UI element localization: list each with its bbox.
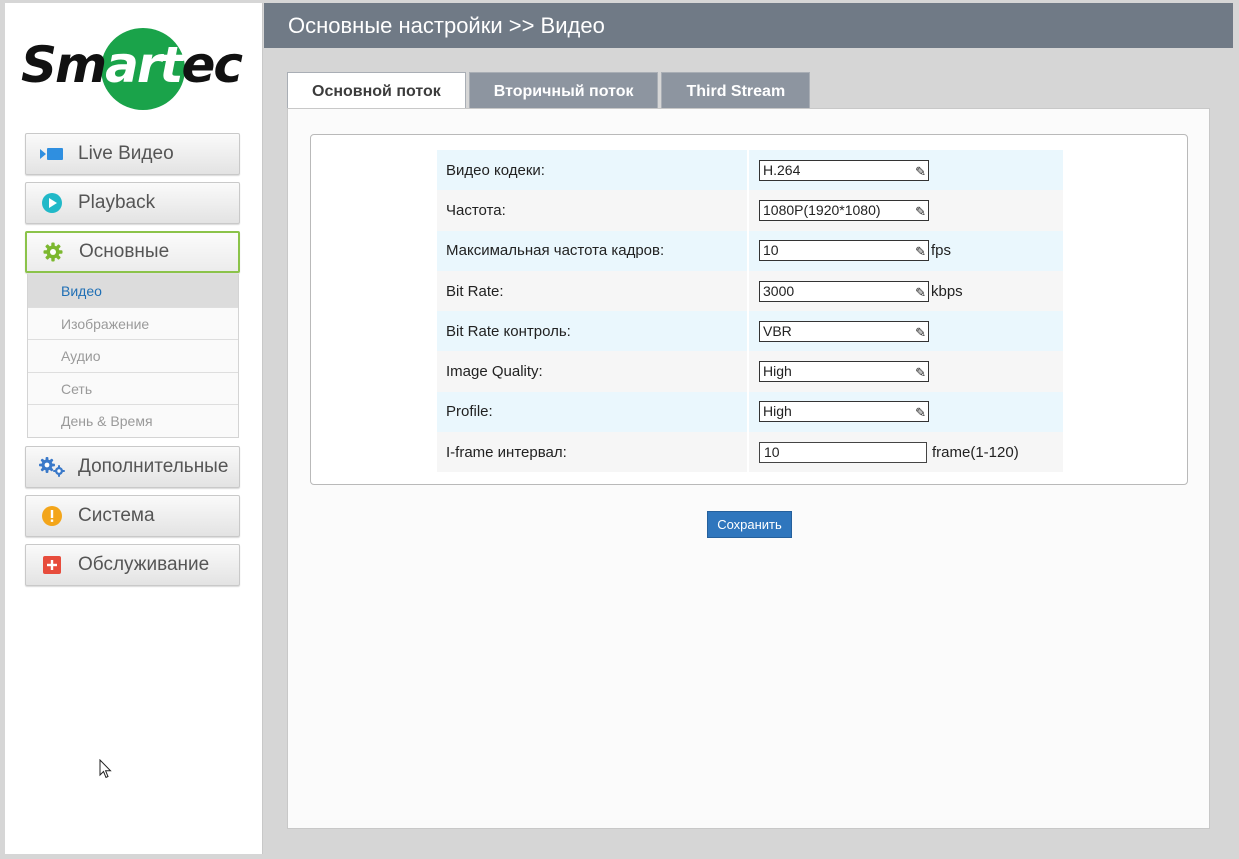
tab-third-stream[interactable]: Third Stream	[661, 72, 811, 109]
max-frame-rate-select[interactable]: 10 ✎	[759, 240, 929, 262]
logo-text-part3: ec	[181, 36, 243, 94]
row-value: High ✎	[749, 351, 1063, 392]
logo-text-part1: Sm	[21, 36, 107, 94]
row-label: Видео кодеки:	[437, 150, 749, 191]
edit-pen-icon: ✎	[915, 163, 926, 179]
row-label: Частота:	[437, 190, 749, 231]
stream-tabs: Основной поток Вторичный поток Third Str…	[287, 72, 813, 110]
sidebar-item-label: Дополнительные	[78, 455, 229, 477]
select-value: VBR	[763, 322, 792, 339]
unit-label: frame(1-120)	[932, 443, 1019, 461]
edit-pen-icon: ✎	[915, 284, 926, 300]
row-value: 10 frame(1-120)	[749, 432, 1063, 473]
logo-text: Smartec	[21, 36, 243, 94]
play-circle-icon	[26, 193, 78, 213]
edit-pen-icon: ✎	[915, 365, 926, 381]
codec-select[interactable]: H.264 ✎	[759, 159, 929, 181]
row-label: Максимальная частота кадров:	[437, 230, 749, 271]
row-label: I-frame интервал:	[437, 432, 749, 473]
profile-select[interactable]: High ✎	[759, 401, 929, 423]
select-value: High	[763, 403, 792, 420]
sidebar-item-system[interactable]: Система	[25, 494, 240, 537]
table-row: Image Quality: High ✎	[437, 351, 1063, 392]
table-row: I-frame интервал: 10 frame(1-120)	[437, 432, 1063, 473]
plus-square-icon	[26, 555, 78, 574]
unit-label: fps	[931, 242, 952, 260]
alert-circle-icon	[26, 505, 78, 526]
row-value: 1080P(1920*1080) ✎	[749, 190, 1063, 231]
row-value: H.264 ✎	[749, 150, 1063, 191]
submenu-item-image[interactable]: Изображение	[28, 306, 238, 339]
row-value: High ✎	[749, 391, 1063, 433]
sidebar-menu: Live Видео Playback Основные Видео Изобр…	[25, 133, 241, 593]
mouse-cursor-icon	[99, 759, 112, 779]
sidebar-item-label: Обслуживание	[78, 553, 210, 575]
table-row: Bit Rate контроль: VBR ✎	[437, 311, 1063, 352]
live-video-icon	[26, 147, 78, 161]
unit-label: kbps	[931, 282, 963, 300]
row-value: 3000 ✎ kbps	[749, 270, 1063, 312]
sidebar-item-label: Playback	[78, 192, 156, 213]
content-area: Видео кодеки: H.264 ✎ Частота: 1080P(1920…	[287, 108, 1210, 829]
video-settings-table: Видео кодеки: H.264 ✎ Частота: 1080P(1920…	[437, 150, 1063, 473]
select-value: H.264	[763, 161, 801, 178]
image-quality-select[interactable]: High ✎	[759, 361, 929, 383]
select-value: 3000	[763, 282, 795, 299]
row-label: Bit Rate:	[437, 270, 749, 312]
save-button[interactable]: Сохранить	[707, 511, 792, 538]
bit-rate-select[interactable]: 3000 ✎	[759, 280, 929, 302]
app-root: Smartec Live Видео Playback Основные Вид…	[0, 0, 1239, 859]
select-value: 1080P(1920*1080)	[763, 201, 881, 218]
submenu-item-video[interactable]: Видео	[28, 274, 238, 307]
page-title: Основные настройки >> Видео	[264, 3, 1233, 48]
sidebar-item-label: Система	[78, 504, 155, 526]
sidebar-item-advanced[interactable]: Дополнительные	[25, 445, 240, 488]
bit-rate-control-select[interactable]: VBR ✎	[759, 320, 929, 342]
i-frame-interval-input[interactable]: 10	[759, 441, 927, 463]
table-row: Максимальная частота кадров: 10 ✎ fps	[437, 230, 1063, 271]
submenu-item-audio[interactable]: Аудио	[28, 339, 238, 372]
logo-text-part2: art	[105, 36, 183, 94]
smartec-logo: Smartec	[21, 28, 255, 113]
table-row: Частота: 1080P(1920*1080) ✎	[437, 190, 1063, 231]
edit-pen-icon: ✎	[915, 405, 926, 421]
edit-pen-icon: ✎	[915, 324, 926, 340]
sidebar-item-label: Основные	[79, 241, 170, 262]
tab-main-stream[interactable]: Основной поток	[287, 72, 466, 110]
table-row: Bit Rate: 3000 ✎ kbps	[437, 270, 1063, 312]
edit-pen-icon: ✎	[915, 244, 926, 260]
row-label: Image Quality:	[437, 351, 749, 392]
gears-icon	[26, 456, 78, 477]
submenu-item-date-time[interactable]: День & Время	[28, 404, 238, 437]
select-value: High	[763, 363, 792, 380]
tab-secondary-stream[interactable]: Вторичный поток	[468, 72, 659, 109]
sidebar-item-maintenance[interactable]: Обслуживание	[25, 543, 240, 586]
sidebar: Smartec Live Видео Playback Основные Вид…	[5, 3, 263, 854]
edit-pen-icon: ✎	[915, 203, 926, 219]
table-row: Profile: High ✎	[437, 391, 1063, 433]
submenu-item-network[interactable]: Сеть	[28, 371, 238, 404]
row-label: Bit Rate контроль:	[437, 311, 749, 352]
table-row: Видео кодеки: H.264 ✎	[437, 150, 1063, 191]
sidebar-item-label: Live Видео	[78, 143, 174, 164]
basic-submenu: Видео Изображение Аудио Сеть День & Врем…	[27, 274, 239, 438]
sidebar-item-playback[interactable]: Playback	[25, 182, 240, 224]
row-value: 10 ✎ fps	[749, 230, 1063, 271]
resolution-select[interactable]: 1080P(1920*1080) ✎	[759, 199, 929, 221]
gear-icon	[27, 242, 79, 262]
video-settings-panel: Видео кодеки: H.264 ✎ Частота: 1080P(1920…	[310, 134, 1188, 485]
sidebar-item-basic[interactable]: Основные	[25, 231, 240, 273]
select-value: 10	[763, 242, 779, 259]
sidebar-item-live-video[interactable]: Live Видео	[25, 133, 240, 175]
row-value: VBR ✎	[749, 311, 1063, 352]
row-label: Profile:	[437, 391, 749, 433]
